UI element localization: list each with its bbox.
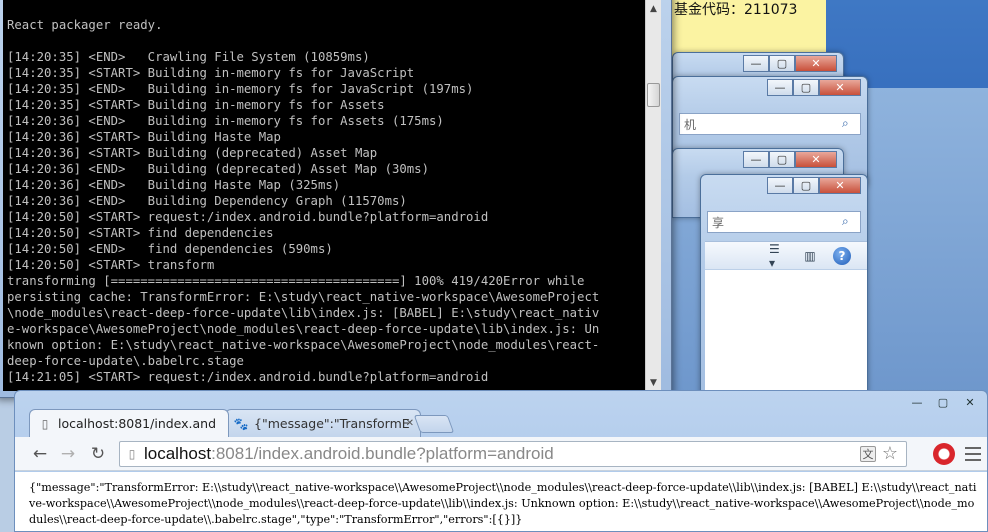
search-icon[interactable]: ⌕	[842, 116, 856, 130]
page-content: {"message":"TransformError: E:\\study\\r…	[15, 472, 987, 531]
reload-icon[interactable]: ↻	[87, 443, 109, 465]
tab-label: localhost:8081/index.and	[58, 416, 217, 431]
browser-caption-buttons: — ▢ ✕	[905, 393, 983, 411]
console-line: [14:20:36] <END> Building in-memory fs f…	[7, 114, 444, 128]
console-line: [14:20:35] <END> Crawling File System (1…	[7, 50, 370, 64]
close-button[interactable]: ✕	[819, 177, 861, 194]
tab-json-error[interactable]: 🐾 {"message":"TransformE ✕	[225, 409, 421, 437]
translate-icon[interactable]: 文	[860, 446, 876, 462]
view-options-icon[interactable]: ☰ ▾	[769, 242, 787, 270]
forward-icon[interactable]: →	[57, 443, 79, 465]
page-info-icon[interactable]: ▯	[125, 446, 139, 462]
search-placeholder: 享	[712, 216, 725, 230]
console-output: [Hot Module Replacement] Server listenin…	[3, 0, 645, 391]
console-line: [14:20:35] <START> Building in-memory fs…	[7, 98, 385, 112]
explorer-toolbar: ☰ ▾ ▥ ?	[705, 242, 867, 270]
search-box[interactable]: 机 ⌕	[679, 113, 861, 135]
console-line: [14:20:35] <END> Building in-memory fs f…	[7, 82, 474, 96]
fund-code-text: 基金代码：211073	[674, 2, 798, 18]
console-log-text: [Hot Module Replacement] Server listenin…	[7, 0, 599, 385]
console-line: known option: E:\study\react_native-work…	[7, 338, 600, 352]
new-tab-button[interactable]	[413, 415, 455, 433]
help-icon[interactable]: ?	[833, 246, 851, 265]
minimize-button[interactable]: —	[905, 393, 929, 411]
search-icon[interactable]: ⌕	[842, 214, 856, 228]
console-line: persisting cache: TransformError: E:\stu…	[7, 290, 600, 304]
url-text: localhost:8081/index.android.bundle?plat…	[144, 444, 554, 463]
console-line: [14:20:50] <END> find dependencies (590m…	[7, 242, 333, 256]
close-button[interactable]: ✕	[819, 79, 861, 96]
hamburger-menu-icon[interactable]	[965, 447, 981, 461]
tab-localhost[interactable]: ▯ localhost:8081/index.and	[29, 409, 229, 437]
console-line: [14:20:36] <END> Building Dependency Gra…	[7, 194, 407, 208]
back-icon[interactable]: ←	[29, 443, 51, 465]
preview-pane-icon[interactable]: ▥	[801, 248, 819, 264]
console-line: deep-force-update\.babelrc.stage	[7, 354, 244, 368]
tab-label: {"message":"TransformE	[254, 416, 410, 431]
maximize-button[interactable]: ▢	[769, 151, 795, 168]
close-button[interactable]: ✕	[795, 151, 837, 168]
address-bar[interactable]: ▯ localhost:8081/index.android.bundle?pl…	[119, 441, 907, 467]
restore-button[interactable]: ▢	[931, 393, 955, 411]
console-line: \node_modules\react-deep-force-update\li…	[7, 306, 600, 320]
star-icon[interactable]: ☆	[882, 443, 898, 464]
maximize-button[interactable]: ▢	[769, 55, 795, 72]
explorer-content: ☰ ▾ ▥ ?	[705, 241, 867, 395]
scroll-up-icon[interactable]: ▲	[646, 1, 661, 16]
close-button[interactable]: ✕	[957, 393, 983, 411]
maximize-button[interactable]: ▢	[793, 79, 819, 96]
console-scrollbar[interactable]: ▲ ▼	[645, 0, 661, 391]
scroll-thumb[interactable]	[647, 83, 660, 107]
page-icon: ▯	[41, 416, 49, 431]
maximize-button[interactable]: ▢	[793, 177, 819, 194]
minimize-button[interactable]: —	[743, 151, 769, 168]
console-line: [14:20:50] <START> transform	[7, 258, 215, 272]
browser-toolbar: ← → ↻ ▯ localhost:8081/index.android.bun…	[15, 437, 987, 471]
opera-icon[interactable]	[933, 443, 955, 465]
console-line: [14:21:05] <START> request:/index.androi…	[7, 370, 489, 384]
paw-icon: 🐾	[233, 416, 249, 431]
window-caption-buttons: — ▢ ✕	[743, 151, 837, 169]
search-placeholder: 机	[684, 118, 697, 132]
console-line: [14:20:36] <END> Building (deprecated) A…	[7, 162, 429, 176]
console-line: [14:20:36] <END> Building Haste Map (325…	[7, 178, 341, 192]
window-caption-buttons: — ▢ ✕	[743, 55, 837, 73]
console-line: transforming [==========================…	[7, 274, 585, 288]
json-response-text: {"message":"TransformError: E:\\study\\r…	[29, 481, 977, 526]
console-line: [14:20:50] <START> find dependencies	[7, 226, 274, 240]
window-caption-buttons: — ▢ ✕	[767, 177, 861, 195]
minimize-button[interactable]: —	[767, 177, 793, 194]
minimize-button[interactable]: —	[767, 79, 793, 96]
console-line: [14:20:50] <START> request:/index.androi…	[7, 210, 489, 224]
search-box[interactable]: 享 ⌕	[707, 211, 861, 233]
console-line: React packager ready.	[7, 18, 163, 32]
console-line: [14:20:36] <START> Building (deprecated)…	[7, 146, 378, 160]
console-window[interactable]: [Hot Module Replacement] Server listenin…	[0, 0, 672, 398]
console-line: [14:20:35] <START> Building in-memory fs…	[7, 66, 415, 80]
tab-close-icon[interactable]: ✕	[406, 418, 414, 429]
console-line: e-workspace\AwesomeProject\node_modules\…	[7, 322, 600, 336]
close-button[interactable]: ✕	[795, 55, 837, 72]
explorer-window-4[interactable]: — ▢ ✕ 享 ⌕ ☰ ▾ ▥ ?	[700, 174, 868, 396]
browser-window[interactable]: — ▢ ✕ ▯ localhost:8081/index.and 🐾 {"mes…	[14, 390, 988, 532]
scroll-down-icon[interactable]: ▼	[646, 375, 661, 390]
console-line: [14:20:36] <START> Building Haste Map	[7, 130, 281, 144]
minimize-button[interactable]: —	[743, 55, 769, 72]
window-caption-buttons: — ▢ ✕	[767, 79, 861, 97]
